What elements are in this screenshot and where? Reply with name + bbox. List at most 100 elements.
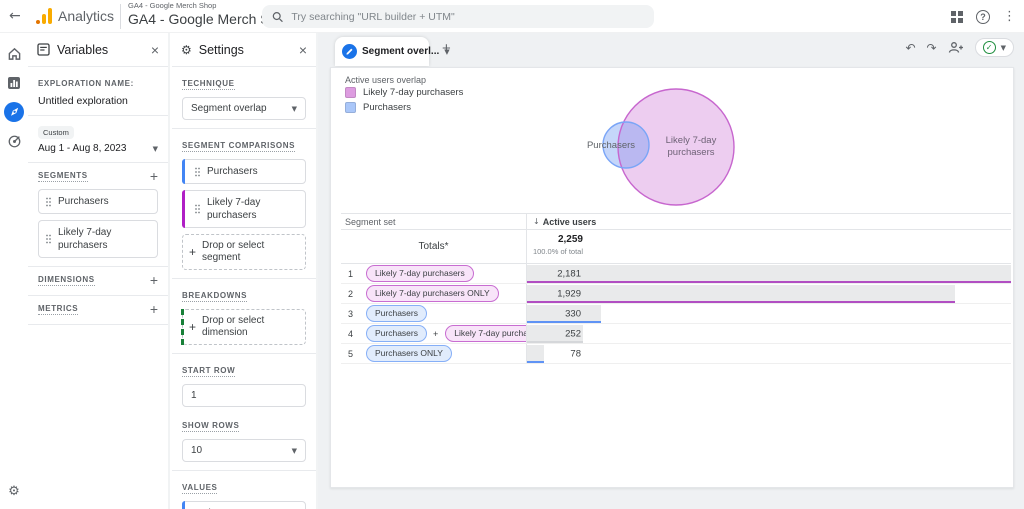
undo-icon[interactable]: ↶ [905,42,915,54]
add-metric-button[interactable]: + [150,302,158,316]
start-row-input[interactable] [182,384,306,407]
exploration-name-section: EXPLORATION NAME: Untitled exploration [28,67,168,116]
add-segment-button[interactable]: + [150,169,158,183]
date-custom-badge: Custom [38,126,74,139]
admin-gear-icon[interactable]: ⚙ [0,484,28,499]
tab-strip: Segment overl... ▼ + ↶ ↷ ✓ ▼ [330,33,1024,66]
show-rows-select[interactable]: 10 ▼ [182,439,306,462]
tab-label: Segment overl... [362,46,439,57]
segment-item-likely-7-day[interactable]: Likely 7-day purchasers [38,220,158,258]
segment-pill[interactable]: Purchasers [366,305,427,322]
plus-icon: + [189,321,196,333]
date-range-selector[interactable]: Aug 1 - Aug 8, 2023 ▼ [38,143,158,154]
drag-handle-icon [45,234,52,244]
nav-home-icon[interactable] [4,44,24,64]
segment-pill[interactable]: Likely 7-day purchasers ONLY [366,285,499,302]
new-tab-button[interactable]: + [442,40,451,57]
table-row: 4 Purchasers + Likely 7-day purchasers 2… [341,324,1011,344]
segment-pill[interactable]: Likely 7-day purchasers [366,265,474,282]
dimensions-label: DIMENSIONS [38,275,95,286]
date-range-section: Custom Aug 1 - Aug 8, 2023 ▼ [28,116,168,163]
drag-handle-icon [194,204,201,214]
segments-label: SEGMENTS [38,171,88,182]
settings-title: Settings [199,43,292,57]
table-totals-row: Totals* 2,259 100.0% of total [341,230,1011,264]
chevron-down-icon: ▼ [153,145,158,153]
technique-select[interactable]: Segment overlap ▼ [182,97,306,120]
back-arrow-icon[interactable]: ← [9,8,21,24]
legend-label: Purchasers [363,102,411,113]
tab-segment-overlap[interactable]: Segment overl... ▼ [335,37,429,66]
legend-label: Likely 7-day purchasers [363,87,463,98]
share-users-icon[interactable] [948,41,964,54]
table-header-row: Segment set ↓ Active users [341,213,1011,230]
column-header-active-users[interactable]: ↓ Active users [526,214,1011,229]
left-nav-rail: ⚙ [0,33,28,509]
drop-dimension-zone[interactable]: + Drop or select dimension [182,309,306,345]
segment-pill[interactable]: Purchasers [366,325,427,342]
metrics-section: METRICS + [28,296,168,325]
chevron-down-icon: ▼ [292,447,297,455]
help-icon[interactable]: ? [976,10,990,24]
drop-segment-text: Drop or select segment [202,240,299,264]
header-divider [120,4,121,29]
add-dimension-button[interactable]: + [150,273,158,287]
nav-advertising-icon[interactable] [4,131,24,151]
settings-panel: ⚙ Settings × TECHNIQUE Segment overlap ▼… [172,33,318,509]
segment-pill[interactable]: Purchasers ONLY [366,345,452,362]
apps-grid-icon[interactable] [951,11,963,23]
comparison-likely-7-day[interactable]: Likely 7-day purchasers [182,190,306,228]
comparison-label: Likely 7-day purchasers [207,196,295,222]
legend-item: Likely 7-day purchasers [345,87,463,98]
metric-color-bar [182,501,185,509]
legend-item: Purchasers [345,102,463,113]
drop-segment-zone[interactable]: + Drop or select segment [182,234,306,270]
redo-icon[interactable]: ↷ [927,42,937,54]
search-icon [272,11,283,23]
app-root: ← Analytics GA4 - Google Merch Shop GA4 … [0,0,1024,509]
row-number: 2 [348,289,359,299]
dimensions-section: DIMENSIONS + [28,267,168,296]
nav-reports-icon[interactable] [4,73,24,93]
date-range-value: Aug 1 - Aug 8, 2023 [38,143,126,154]
segments-section: SEGMENTS + Purchasers Likely 7-day purch… [28,163,168,267]
rows-section: START ROW SHOW ROWS 10 ▼ [172,354,316,471]
more-options-icon[interactable]: ⋮ [1003,9,1016,24]
row-value: 78 [535,348,581,359]
status-pill[interactable]: ✓ ▼ [975,38,1014,57]
row-number: 5 [348,349,359,359]
values-label: VALUES [182,483,217,494]
analytics-logo-icon[interactable] [36,7,56,25]
segment-comparisons-section: SEGMENT COMPARISONS Purchasers Likely 7-… [172,129,316,279]
metrics-label: METRICS [38,304,78,315]
variables-icon [37,43,50,56]
app-name: Analytics [58,8,114,24]
row-number: 1 [348,269,359,279]
chevron-down-icon: ▼ [292,105,297,113]
settings-close-icon[interactable]: × [299,43,307,57]
show-rows-value: 10 [191,445,202,456]
visualization-card: Active users overlap Likely 7-day purcha… [330,67,1014,488]
values-section: VALUES Active users + Drop or select met… [172,471,316,509]
segment-color-bar [182,159,185,184]
drag-handle-icon [194,167,201,177]
technique-label: TECHNIQUE [182,79,235,90]
variables-panel-header: Variables × [28,33,168,67]
edit-pencil-icon [342,44,357,59]
column-header-segment-set[interactable]: Segment set [341,214,526,229]
table-row: 5 Purchasers ONLY 78 [341,344,1011,364]
comparison-purchasers[interactable]: Purchasers [182,159,306,184]
row-number: 3 [348,309,359,319]
variables-close-icon[interactable]: × [151,43,159,57]
value-active-users[interactable]: Active users [182,501,306,509]
search-input[interactable] [291,11,644,23]
search-bar[interactable] [262,5,654,28]
exploration-name-value[interactable]: Untitled exploration [38,95,158,107]
table-row: 1 Likely 7-day purchasers 2,181 [341,264,1011,284]
segment-color-bar [182,190,185,228]
breakdowns-section: BREAKDOWNS + Drop or select dimension [172,279,316,354]
nav-explore-icon-active[interactable] [4,102,24,122]
venn-label-purchasers: Purchasers [587,140,635,151]
header-actions: ? ⋮ [951,0,1016,33]
segment-item-purchasers[interactable]: Purchasers [38,189,158,214]
